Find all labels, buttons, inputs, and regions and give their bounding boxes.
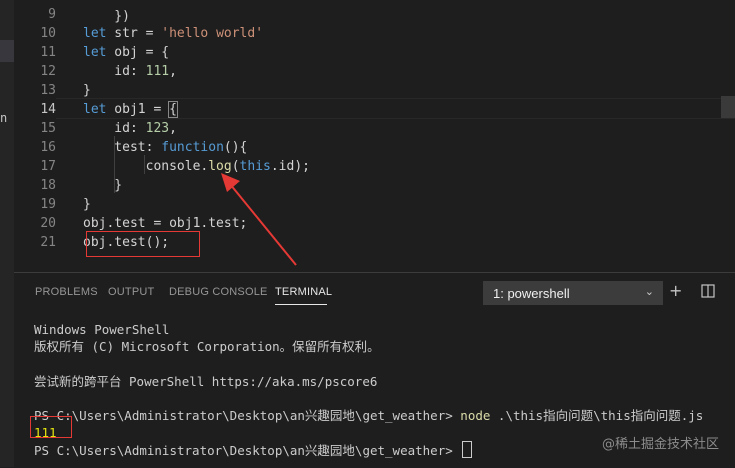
terminal-text: 尝试新的跨平台 PowerShell https://aka.ms/pscore… xyxy=(34,373,378,389)
terminal-line: PS C:\Users\Administrator\Desktop\an兴趣园地… xyxy=(34,407,703,424)
terminal-select-value: 1: powershell xyxy=(493,286,570,301)
plus-icon[interactable]: + xyxy=(669,281,682,301)
terminal-prompt: PS C:\Users\Administrator\Desktop\an兴趣园地… xyxy=(34,408,461,423)
terminal-cursor xyxy=(462,441,473,459)
terminal-args: .\this指向问题\this指向问题.js xyxy=(490,408,704,423)
split-icon[interactable] xyxy=(701,281,715,301)
terminal-prompt: PS C:\Users\Administrator\Desktop\an兴趣园地… xyxy=(34,443,461,459)
tab-output[interactable]: OUTPUT xyxy=(108,286,154,298)
terminal-line: 版权所有 (C) Microsoft Corporation。保留所有权利。 xyxy=(34,338,380,355)
terminal-command: node xyxy=(460,408,491,423)
terminal-line: PS C:\Users\Administrator\Desktop\an兴趣园地… xyxy=(34,441,473,459)
activity-glyph: n xyxy=(0,111,8,125)
tab-problems[interactable]: PROBLEMS xyxy=(35,286,98,298)
code-editor[interactable]: }) 9 10 let str = 'hello world' 11 let obj =… xyxy=(14,0,735,272)
terminal-text: Windows PowerShell xyxy=(34,322,170,337)
watermark: @稀土掘金技术社区 xyxy=(601,437,719,452)
active-tab-indicator xyxy=(275,304,327,305)
terminal-text: 版权所有 (C) Microsoft Corporation。保留所有权利。 xyxy=(34,339,380,355)
terminal-select[interactable]: 1: powershell ⌄ xyxy=(483,281,663,305)
tab-debug-console[interactable]: DEBUG CONSOLE xyxy=(169,286,268,298)
activity-item-selected[interactable] xyxy=(0,40,14,62)
chevron-down-icon: ⌄ xyxy=(644,286,654,298)
panel-tabs: PROBLEMS OUTPUT DEBUG CONSOLE TERMINAL 1… xyxy=(14,273,735,313)
annotation-box-output xyxy=(30,416,72,438)
tab-terminal[interactable]: TERMINAL xyxy=(275,286,332,298)
annotation-arrow xyxy=(221,173,297,266)
terminal-line: 尝试新的跨平台 PowerShell https://aka.ms/pscore… xyxy=(34,373,377,390)
terminal-line: Windows PowerShell xyxy=(34,321,169,338)
activity-bar: n xyxy=(0,0,14,467)
